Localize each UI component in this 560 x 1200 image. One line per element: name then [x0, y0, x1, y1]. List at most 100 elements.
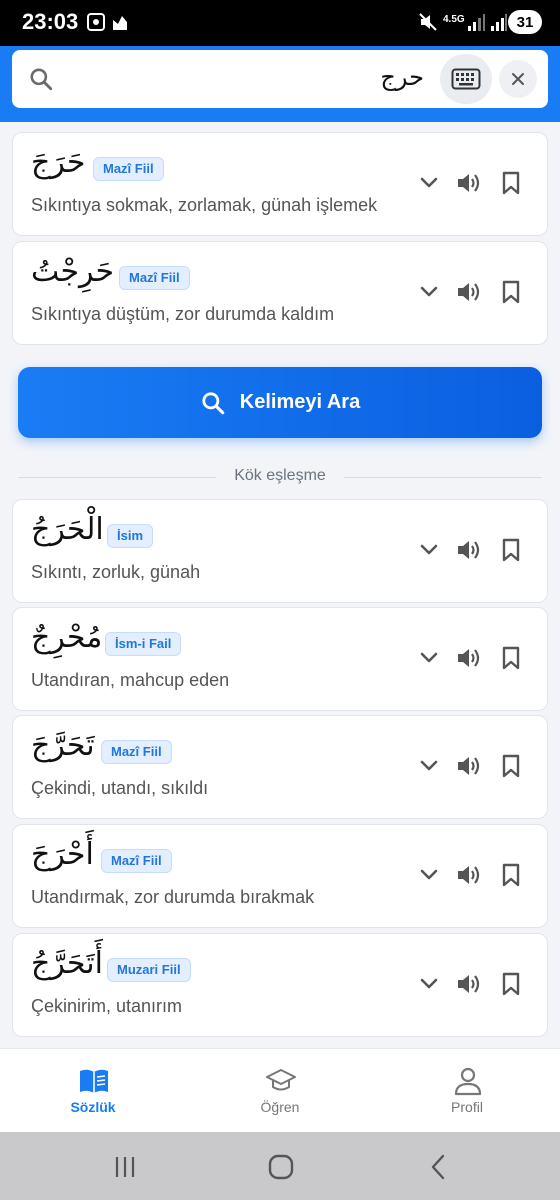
root-result-card[interactable]: مُحْرِجٌ İsm-i Fail Utandıran, mahcup ed…	[12, 607, 548, 711]
status-time: 23:03	[22, 9, 79, 34]
arabic-word: مُحْرِجٌ	[31, 620, 103, 655]
search-input[interactable]: حرج	[380, 63, 424, 91]
expand-button[interactable]	[415, 169, 443, 197]
word-type-badge: Mazî Fiil	[101, 740, 172, 764]
word-type-badge: Mazî Fiil	[101, 849, 172, 873]
play-audio-button[interactable]	[455, 278, 483, 306]
play-audio-button[interactable]	[455, 970, 483, 998]
speaker-icon	[458, 757, 480, 775]
status-bar: 23:03 4.5G 31	[0, 0, 560, 46]
chevron-down-icon	[420, 544, 438, 555]
expand-button[interactable]	[415, 970, 443, 998]
speaker-icon	[458, 174, 480, 192]
search-bar[interactable]: حرج	[12, 50, 548, 108]
play-audio-button[interactable]	[455, 752, 483, 780]
root-result-card[interactable]: الْحَرَجُ İsim Sıkıntı, zorluk, günah	[12, 499, 548, 603]
battery-indicator: 31	[508, 10, 542, 34]
word-meaning: Sıkıntıya düştüm, zor durumda kaldım	[31, 304, 335, 324]
arabic-word: أَحْرَجَ	[31, 837, 94, 872]
bookmark-button[interactable]	[497, 861, 525, 889]
back-icon[interactable]	[424, 1152, 454, 1182]
arabic-word: أَتَحَرَّجُ	[31, 946, 103, 981]
result-card[interactable]: حَرِجْتُ Mazî Fiil Sıkıntıya düştüm, zor…	[12, 241, 548, 345]
word-type-badge: İsim	[107, 524, 154, 548]
chevron-down-icon	[420, 177, 438, 188]
expand-button[interactable]	[415, 536, 443, 564]
expand-button[interactable]	[415, 752, 443, 780]
home-icon[interactable]	[266, 1152, 296, 1182]
network-label: 4.5G	[443, 14, 465, 25]
chevron-down-icon	[420, 760, 438, 771]
expand-button[interactable]	[415, 644, 443, 672]
word-meaning: Utandıran, mahcup eden	[31, 670, 230, 690]
system-navigation-bar	[0, 1132, 560, 1200]
root-result-card[interactable]: أَتَحَرَّجُ Muzari Fiil Çekinirim, utanı…	[12, 933, 548, 1037]
bookmark-icon	[502, 754, 520, 778]
play-audio-button[interactable]	[455, 169, 483, 197]
bookmark-icon	[502, 863, 520, 887]
chevron-down-icon	[420, 286, 438, 297]
play-audio-button[interactable]	[455, 644, 483, 672]
play-audio-button[interactable]	[455, 861, 483, 889]
signal-icon	[468, 14, 485, 31]
signal-icon-2	[491, 14, 507, 31]
arabic-word: الْحَرَجُ	[31, 512, 104, 547]
search-header: 23:03 4.5G 31 حرج	[0, 0, 560, 122]
expand-button[interactable]	[415, 278, 443, 306]
word-meaning: Sıkıntı, zorluk, günah	[31, 562, 201, 582]
bookmark-icon	[502, 171, 520, 195]
play-audio-button[interactable]	[455, 536, 483, 564]
expand-button[interactable]	[415, 861, 443, 889]
speaker-icon	[458, 866, 480, 884]
nav-label: Öğren	[260, 1099, 300, 1115]
graduation-cap-icon	[266, 1069, 296, 1091]
chevron-down-icon	[420, 869, 438, 880]
book-icon	[80, 1069, 108, 1093]
recent-apps-icon[interactable]	[110, 1152, 140, 1182]
search-word-button[interactable]: Kelimeyi Ara	[18, 367, 542, 438]
word-type-badge: Mazî Fiil	[119, 266, 190, 290]
search-icon	[30, 68, 53, 91]
keyboard-icon	[451, 68, 481, 90]
bookmark-icon	[502, 972, 520, 996]
bookmark-icon	[502, 280, 520, 304]
bookmark-button[interactable]	[497, 169, 525, 197]
word-type-badge: İsm-i Fail	[105, 632, 182, 656]
nav-tab-sozluk[interactable]: Sözlük	[0, 1049, 186, 1133]
speaker-icon	[458, 975, 480, 993]
notification-icon	[113, 16, 127, 30]
word-type-badge: Muzari Fiil	[107, 958, 191, 982]
root-match-label: Kök eşleşme	[234, 467, 326, 484]
arabic-word: حَرِجْتُ	[31, 254, 115, 289]
word-meaning: Utandırmak, zor durumda bırakmak	[31, 887, 315, 907]
nav-tab-profil[interactable]: Profil	[374, 1049, 560, 1133]
search-icon	[202, 391, 225, 414]
bottom-navigation: Sözlük Öğren Profil	[0, 1048, 560, 1132]
bookmark-button[interactable]	[497, 970, 525, 998]
nav-tab-ogren[interactable]: Öğren	[187, 1049, 373, 1133]
bookmark-button[interactable]	[497, 752, 525, 780]
root-result-card[interactable]: أَحْرَجَ Mazî Fiil Utandırmak, zor durum…	[12, 824, 548, 928]
root-match-divider: Kök eşleşme	[18, 466, 542, 488]
speaker-icon	[458, 649, 480, 667]
bookmark-icon	[502, 646, 520, 670]
arabic-word: حَرَجَ	[31, 145, 86, 180]
word-meaning: Çekindi, utandı, sıkıldı	[31, 778, 209, 798]
arabic-word: تَحَرَّجَ	[31, 728, 95, 763]
close-icon	[512, 73, 524, 85]
word-meaning: Sıkıntıya sokmak, zorlamak, günah işleme…	[31, 195, 378, 215]
bookmark-button[interactable]	[497, 278, 525, 306]
speaker-icon	[458, 283, 480, 301]
word-meaning: Çekinirim, utanırım	[31, 996, 183, 1016]
root-result-card[interactable]: تَحَرَّجَ Mazî Fiil Çekindi, utandı, sık…	[12, 715, 548, 819]
keyboard-button[interactable]	[440, 54, 492, 104]
result-card[interactable]: حَرَجَ Mazî Fiil Sıkıntıya sokmak, zorla…	[12, 132, 548, 236]
mute-icon	[419, 13, 437, 31]
bookmark-button[interactable]	[497, 536, 525, 564]
bookmark-button[interactable]	[497, 644, 525, 672]
clear-button[interactable]	[499, 60, 537, 98]
screen-record-icon	[87, 13, 105, 31]
word-type-badge: Mazî Fiil	[93, 157, 164, 181]
nav-label: Profil	[451, 1099, 483, 1115]
chevron-down-icon	[420, 652, 438, 663]
